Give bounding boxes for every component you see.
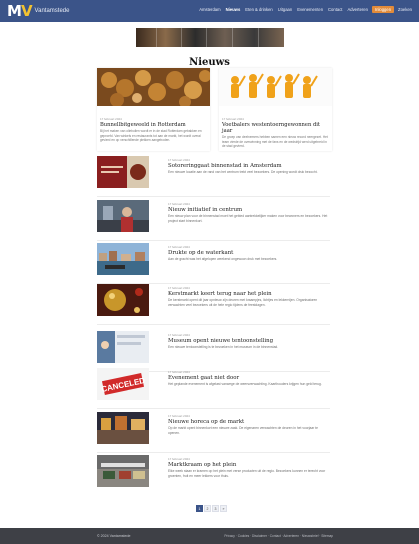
article-date: 17 februari 2024 — [168, 245, 190, 249]
list-item[interactable]: 17 februari 2024 Nieuw initiatief in cen… — [97, 200, 330, 241]
article-title-link[interactable]: Marktkraam op het plein — [168, 462, 330, 468]
article-title-link[interactable]: Sotoreringgaat binnenstad in Amsterdam — [168, 163, 330, 169]
article-title-link[interactable]: Nieuw initiatief in centrum — [168, 207, 330, 213]
list-item[interactable]: 17 februari 2024 Museum opent nieuwe ten… — [97, 331, 330, 372]
list-item[interactable]: 17 februari 2024 Kerstmarkt keert terug … — [97, 284, 330, 325]
divider — [97, 240, 330, 241]
canceled-thumbnail: CANCELED — [97, 368, 149, 400]
featured-card[interactable]: 17 februari 2024 Voetbalers westentoerng… — [219, 68, 332, 151]
list-item[interactable]: 17 februari 2024 Drukte op de waterkant … — [97, 243, 330, 284]
article-date: 17 februari 2024 — [168, 158, 190, 162]
page-3-button[interactable]: 3 — [212, 505, 219, 512]
page-2-button[interactable]: 2 — [204, 505, 211, 512]
article-title-link[interactable]: Museum opent nieuwe tentoonstelling — [168, 338, 330, 344]
article-title-link[interactable]: Bunnellbitgeweeld in Rotterdam — [100, 122, 207, 128]
article-excerpt: Een nieuw plan voor de binnenstad moet h… — [168, 214, 328, 223]
article-title-link[interactable]: Voetbalers westentoerngewonnen dit jaar — [222, 122, 329, 134]
nav-item-eten-drinken[interactable]: Eten & drinken — [244, 6, 273, 13]
article-date: 17 februari 2024 — [168, 457, 190, 461]
footer-copyright: © 2024 Vantamstede — [97, 534, 131, 538]
article-title-link[interactable]: Kerstmarkt keert terug naar het plein — [168, 291, 330, 297]
article-thumbnail — [97, 455, 149, 487]
oliebollen-image — [97, 68, 211, 108]
featured-card[interactable]: 17 februari 2024 Bunnellbitgeweeld in Ro… — [97, 68, 211, 151]
pagination: 1 2 3 » — [196, 505, 227, 512]
logo-mark: MV — [7, 2, 33, 20]
article-date: 17 februari 2024 — [168, 202, 190, 206]
article-excerpt: Het geplande evenement is afgelast vanwe… — [168, 382, 322, 387]
article-excerpt: De kerstmarkt opent dit jaar opnieuw zij… — [168, 298, 318, 307]
article-thumbnail — [97, 331, 149, 363]
nav-item-amsterdam[interactable]: Amsterdam — [198, 6, 221, 13]
page-title: Nieuws — [189, 57, 230, 68]
article-excerpt: Bij het maken van oliebollen wordt er in… — [100, 129, 202, 142]
next-page-button[interactable]: » — [220, 505, 227, 512]
list-item[interactable]: 17 februari 2024 Sotoreringgaat binnenst… — [97, 156, 330, 197]
article-thumbnail — [97, 284, 149, 316]
list-item[interactable]: CANCELED 17 februari 2024 Evenement gaat… — [97, 368, 330, 409]
site-logo[interactable]: MV Vantamstede — [7, 2, 70, 20]
article-date: 17 februari 2024 — [168, 414, 190, 418]
nav-item-nieuws[interactable]: Nieuws — [225, 6, 242, 13]
banner-ad-image[interactable] — [136, 28, 284, 47]
article-date: 17 februari 2024 — [168, 370, 190, 374]
divider — [97, 324, 330, 325]
article-thumbnail — [97, 412, 149, 444]
nav-item-uitgaan[interactable]: Uitgaan — [277, 6, 293, 13]
article-thumbnail — [97, 243, 149, 275]
article-thumbnail — [97, 200, 149, 232]
page-1-button[interactable]: 1 — [196, 505, 203, 512]
article-date: 17 februari 2024 — [100, 117, 122, 121]
article-date: 17 februari 2024 — [168, 286, 190, 290]
article-excerpt: De groep van deelnemers hebben samen een… — [222, 135, 328, 149]
article-excerpt: Een nieuwe locatie aan de rand van het c… — [168, 170, 318, 175]
divider — [97, 452, 330, 453]
nav-item-contact[interactable]: Contact — [327, 6, 343, 13]
article-excerpt: Een nieuwe tentoonstelling is te bezoeke… — [168, 345, 279, 350]
article-excerpt: Aan de gracht was het afgelopen weekend … — [168, 257, 278, 262]
article-excerpt: Op de markt opent binnenkort een nieuwe … — [168, 426, 318, 435]
footer-links[interactable]: Privacy · Cookies · Disclaimer · Contact… — [224, 534, 333, 538]
nav-item-evenementen[interactable]: Evenementen — [296, 6, 324, 13]
top-navbar: MV Vantamstede Amsterdam Nieuws Eten & d… — [0, 0, 419, 22]
login-button[interactable]: Inloggen — [371, 6, 395, 13]
article-excerpt: Elke week staan er kramen op het plein m… — [168, 469, 326, 478]
list-item[interactable]: 17 februari 2024 Marktkraam op het plein… — [97, 455, 330, 491]
divider — [97, 408, 330, 409]
article-title-link[interactable]: Drukte op de waterkant — [168, 250, 330, 256]
article-title-link[interactable]: Evenement gaat niet door — [168, 375, 330, 381]
nav-item-zoeken[interactable]: Zoeken — [397, 6, 413, 13]
article-date: 17 februari 2024 — [168, 333, 190, 337]
article-date: 17 februari 2024 — [222, 117, 244, 121]
main-nav: Amsterdam Nieuws Eten & drinken Uitgaan … — [198, 6, 413, 13]
article-title-link[interactable]: Nieuwe horeca op de markt — [168, 419, 330, 425]
site-footer: © 2024 Vantamstede Privacy · Cookies · D… — [0, 528, 419, 544]
team-figures-image — [219, 68, 332, 106]
logo-text: Vantamstede — [34, 8, 70, 14]
article-thumbnail — [97, 156, 149, 188]
nav-item-adverteren[interactable]: Adverteren — [346, 6, 368, 13]
divider — [97, 196, 330, 197]
list-item[interactable]: 17 februari 2024 Nieuwe horeca op de mar… — [97, 412, 330, 453]
